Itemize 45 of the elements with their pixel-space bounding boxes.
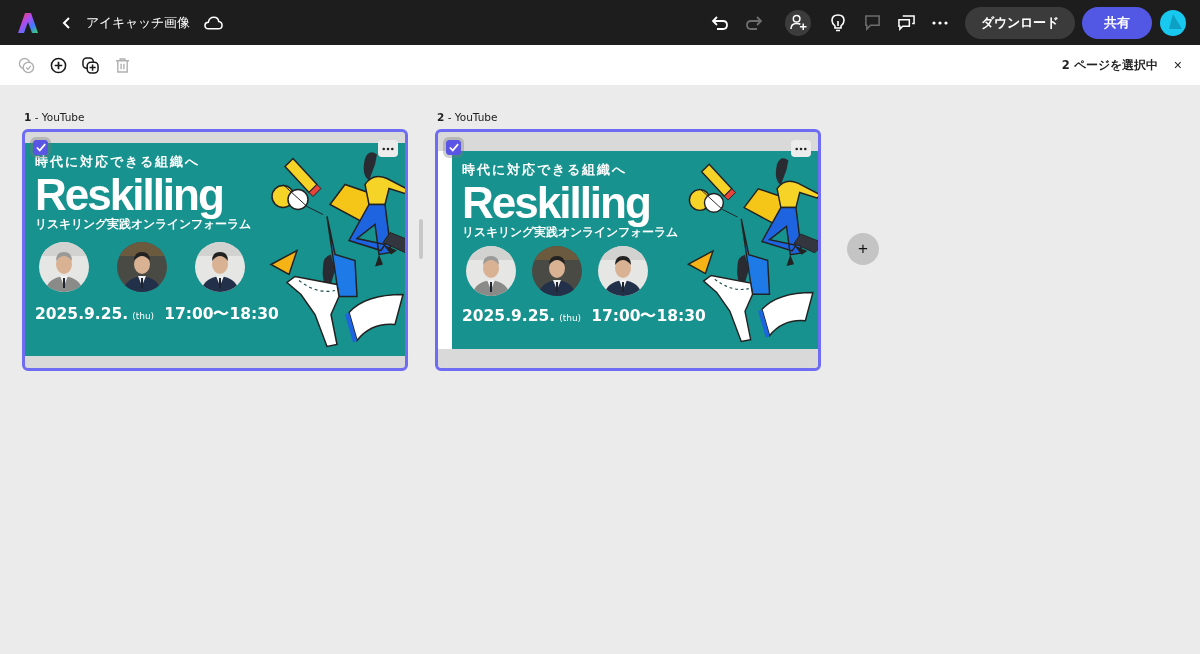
add-person-icon — [789, 14, 807, 31]
share-button[interactable]: 共有 — [1082, 6, 1152, 39]
redo-icon — [745, 14, 763, 31]
undo-icon — [711, 14, 729, 31]
app-logo-icon[interactable] — [18, 11, 38, 34]
download-button[interactable]: ダウンロード — [965, 6, 1075, 39]
poster-time: 17:00〜18:30 — [164, 304, 279, 325]
add-icon — [49, 56, 67, 74]
poster-date: 2025.9.25. — [35, 305, 129, 323]
page-thumbnail[interactable]: 時代に対応できる組織へ Reskilling リスキリング実践オンラインフォーラム 2025.9.25. (thu) 17:00〜18:30 — [22, 129, 408, 371]
cloud-icon[interactable] — [204, 15, 223, 30]
lightbulb-icon — [831, 13, 845, 32]
add-page-button[interactable]: + — [847, 233, 879, 265]
checkmark-icon — [35, 143, 46, 152]
poster-heading: 時代に対応できる組織へ — [462, 161, 628, 179]
page-label: 1 - YouTube — [24, 111, 86, 123]
poster-title: Reskilling — [462, 181, 651, 225]
poster-time: 17:00〜18:30 — [591, 306, 706, 327]
more-icon — [382, 146, 394, 151]
resize-handle[interactable] — [419, 219, 423, 259]
page-checkbox[interactable] — [33, 140, 48, 155]
chat-icon — [896, 14, 916, 31]
select-all-icon — [17, 56, 35, 74]
poster-date: 2025.9.25. — [462, 307, 556, 325]
close-button[interactable]: × — [1171, 57, 1184, 73]
poster-title: Reskilling — [35, 173, 224, 217]
avatar[interactable] — [1160, 9, 1186, 36]
poster-heading: 時代に対応できる組織へ — [35, 153, 201, 171]
page-more-button[interactable] — [791, 140, 811, 157]
trash-icon — [114, 56, 130, 74]
page-more-button[interactable] — [378, 140, 398, 157]
poster-day: (thu) — [559, 313, 582, 323]
page-thumbnail[interactable]: 時代に対応できる組織へ Reskilling リスキリング実践オンラインフォーラム 2025.9.25. (thu) 17:00〜18:30 — [435, 129, 821, 371]
page-label: 2 - YouTube — [437, 111, 499, 123]
comment-icon — [863, 14, 881, 31]
more-icon — [932, 20, 948, 25]
poster-day: (thu) — [132, 311, 155, 321]
checkmark-icon — [448, 143, 459, 152]
selection-count: 2 ページを選択中 — [1061, 57, 1158, 73]
back-icon[interactable] — [62, 15, 72, 30]
page-checkbox[interactable] — [446, 140, 461, 155]
duplicate-icon — [81, 56, 99, 74]
more-icon — [795, 146, 807, 151]
document-title[interactable]: アイキャッチ画像 — [86, 13, 190, 32]
invite-button[interactable] — [785, 9, 811, 36]
